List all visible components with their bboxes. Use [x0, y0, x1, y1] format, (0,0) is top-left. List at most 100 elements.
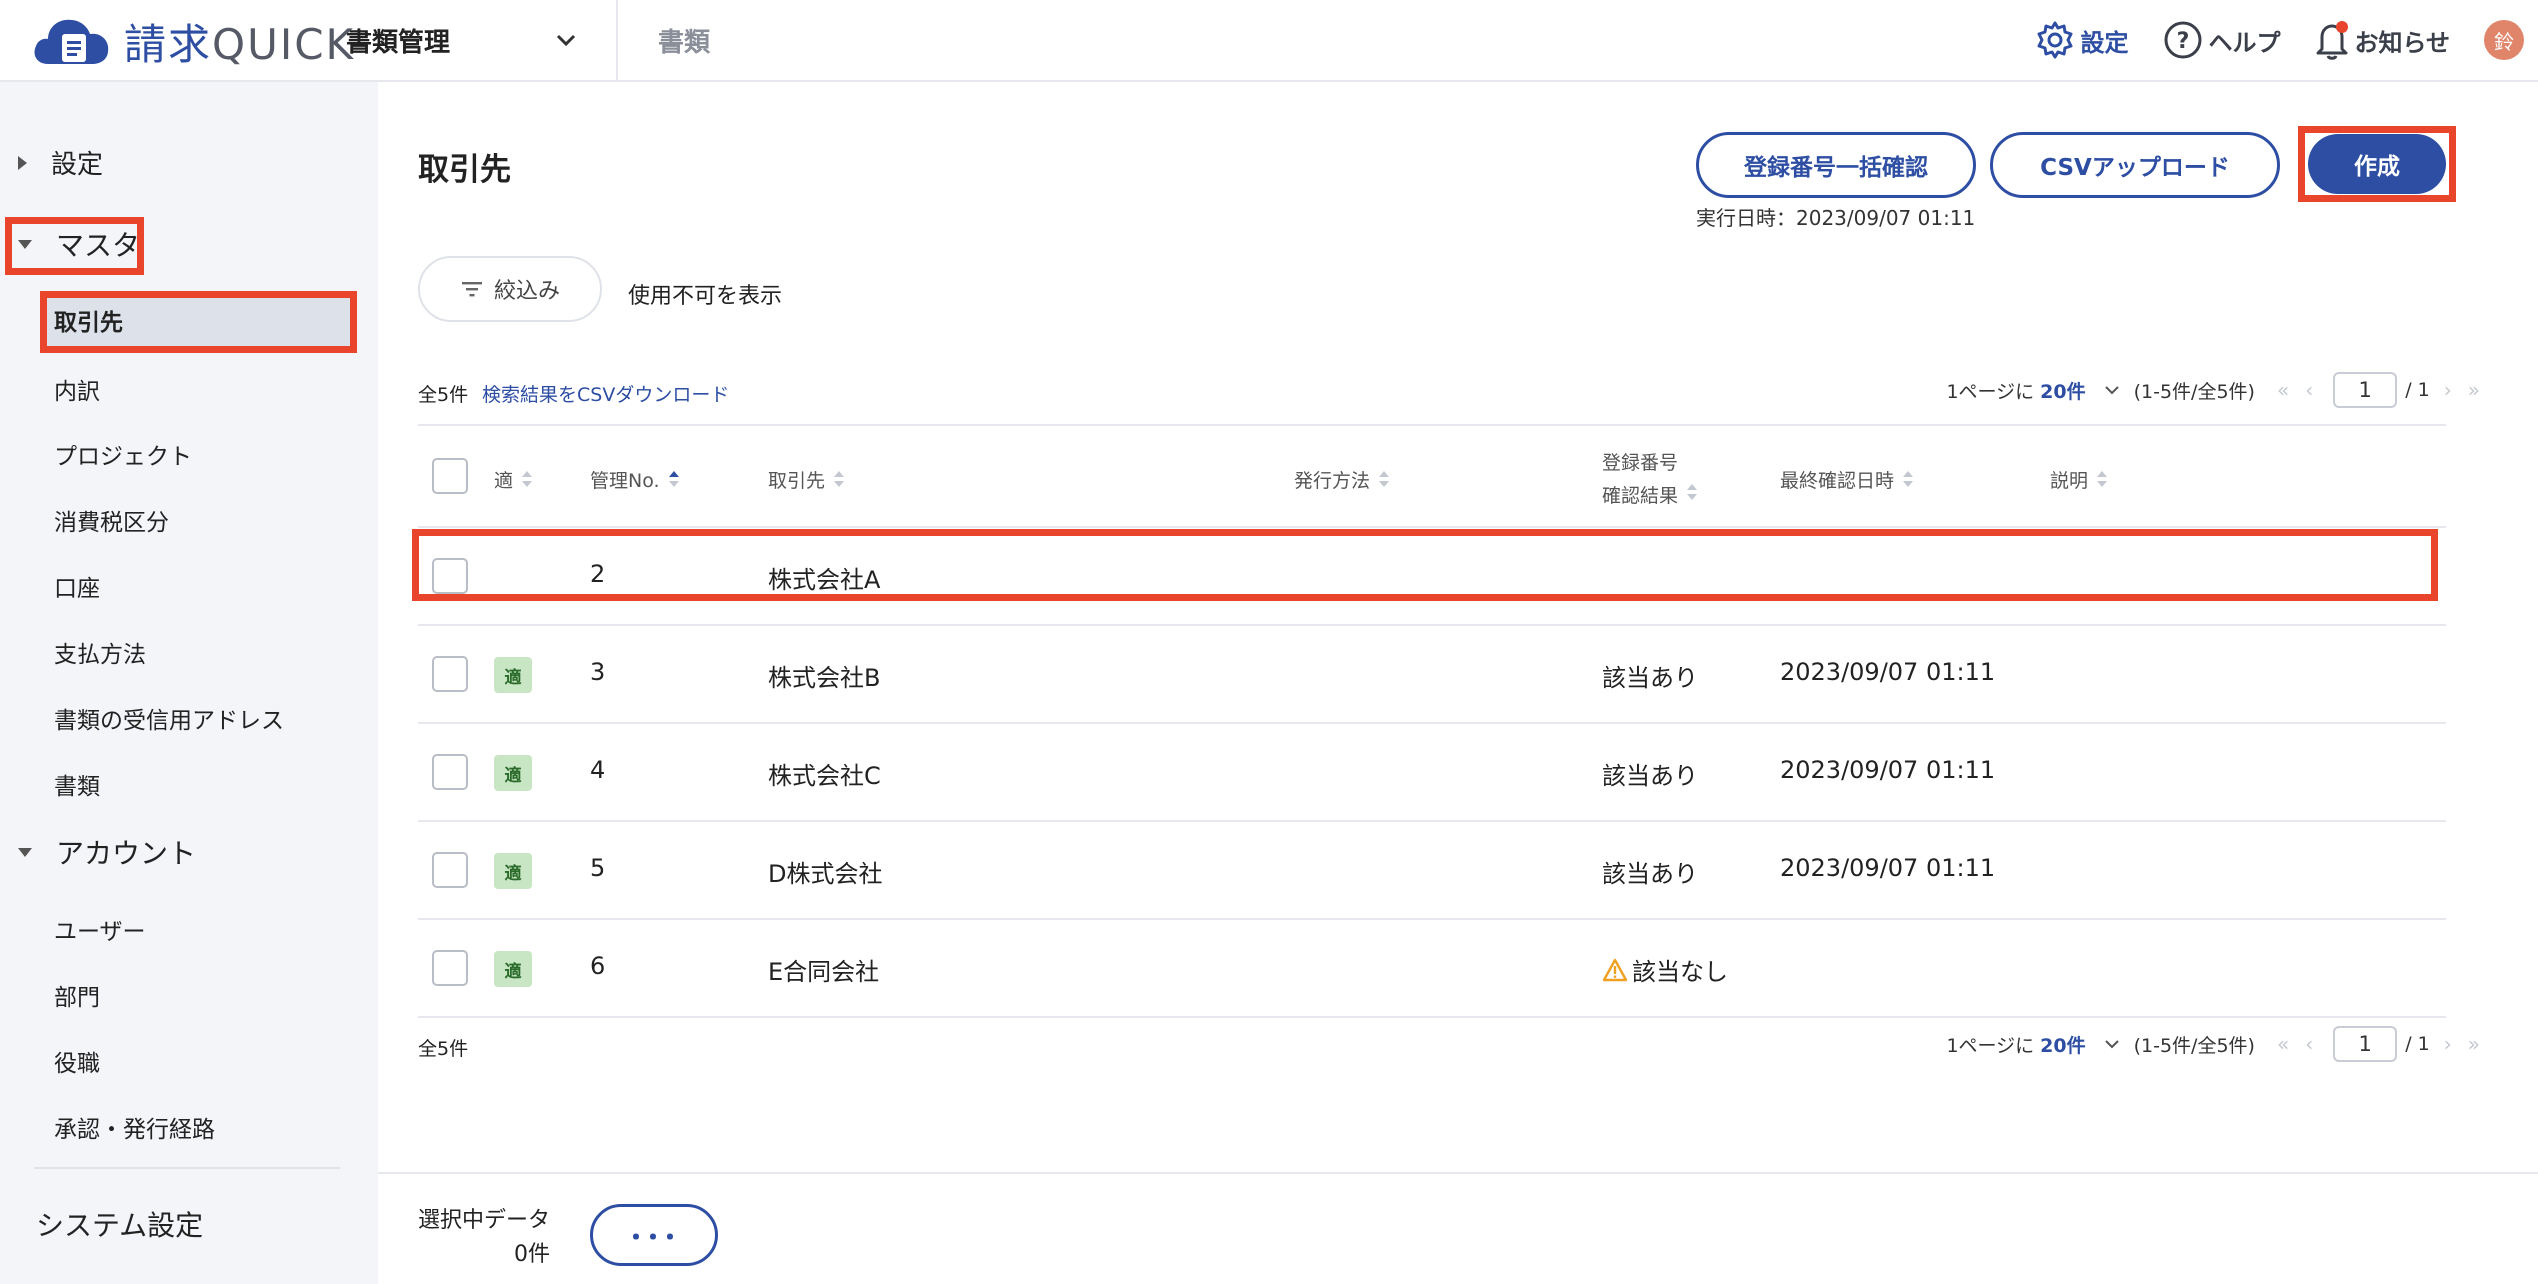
sidebar-item-payment-method[interactable]: 支払方法 — [54, 635, 146, 669]
col-last-checked[interactable]: 最終確認日時 — [1780, 466, 1914, 493]
prev-page-icon[interactable]: ‹ — [2305, 378, 2313, 402]
next-page-icon[interactable]: › — [2444, 378, 2452, 402]
cell-partner[interactable]: 株式会社A — [768, 560, 880, 595]
sort-icon — [2096, 470, 2108, 489]
sidebar-group-label: システム設定 — [36, 1209, 204, 1242]
cell-no: 2 — [590, 560, 606, 588]
sidebar-group-master[interactable]: マスタ — [0, 224, 140, 264]
show-disabled-toggle[interactable]: 使用不可を表示 — [628, 278, 782, 310]
page-title: 取引先 — [418, 152, 511, 188]
sidebar-item-tax-category[interactable]: 消費税区分 — [54, 503, 169, 537]
page-number-input[interactable]: 1 — [2333, 372, 2398, 408]
row-checkbox[interactable] — [432, 656, 468, 692]
breadcrumb[interactable]: 書類 — [658, 22, 710, 59]
notice-button[interactable]: お知らせ — [2314, 19, 2450, 61]
cell-partner[interactable]: E合同会社 — [768, 952, 879, 987]
chevron-down-icon[interactable] — [2102, 380, 2122, 400]
bulk-registration-check-button[interactable]: 登録番号一括確認 — [1696, 132, 1976, 198]
avatar[interactable]: 鈴 — [2484, 20, 2524, 60]
qualified-badge: 適 — [494, 657, 532, 693]
sidebar-item-approval-route[interactable]: 承認・発行経路 — [54, 1110, 215, 1144]
filter-button[interactable]: 絞込み — [418, 256, 602, 322]
filter-icon — [461, 282, 482, 297]
last-page-icon[interactable]: » — [2468, 1032, 2480, 1056]
sort-icon — [521, 470, 533, 489]
sort-asc-icon — [668, 470, 680, 489]
app-logo[interactable]: 請求QUICK — [30, 12, 355, 70]
table-row[interactable]: 2 株式会社A — [418, 528, 2446, 626]
sidebar-item-receive-address[interactable]: 書類の受信用アドレス — [54, 701, 284, 735]
cell-last-checked: 2023/09/07 01:11 — [1780, 658, 1996, 686]
col-description[interactable]: 説明 — [2050, 466, 2108, 493]
sidebar-divider — [34, 1167, 340, 1169]
page-range: (1-5件/全5件) — [2133, 1034, 2255, 1057]
csv-download-link[interactable]: 検索結果をCSVダウンロード — [482, 380, 729, 407]
cell-last-checked: 2023/09/07 01:11 — [1780, 854, 1996, 882]
sidebar-item-position[interactable]: 役職 — [54, 1044, 100, 1078]
more-actions-button[interactable]: ･･･ — [590, 1204, 718, 1266]
row-checkbox[interactable] — [432, 950, 468, 986]
warning-icon — [1602, 958, 1628, 981]
row-checkbox[interactable] — [432, 558, 468, 594]
table-row[interactable]: 適 5 D株式会社 該当あり 2023/09/07 01:11 — [418, 822, 2446, 920]
per-page-value[interactable]: 20件 — [2040, 377, 2085, 404]
main-content: 取引先 登録番号一括確認 CSVアップロード 作成 実行日時：2023/09/0… — [378, 82, 2538, 1172]
qualified-badge: 適 — [494, 853, 532, 889]
sidebar-item-breakdown[interactable]: 内訳 — [54, 372, 100, 406]
caret-down-icon — [18, 847, 32, 857]
create-button[interactable]: 作成 — [2308, 134, 2446, 194]
sidebar-group-label: アカウント — [56, 837, 197, 870]
first-page-icon[interactable]: « — [2277, 1032, 2289, 1056]
row-checkbox[interactable] — [432, 754, 468, 790]
sidebar-item-users[interactable]: ユーザー — [54, 912, 146, 946]
col-management-no[interactable]: 管理No. — [590, 466, 680, 493]
next-page-icon[interactable]: › — [2444, 1032, 2452, 1056]
page-range: (1-5件/全5件) — [2133, 380, 2255, 403]
help-label: ヘルプ — [2208, 28, 2281, 57]
execution-time: 実行日時：2023/09/07 01:11 — [1696, 206, 1976, 230]
cell-no: 5 — [590, 854, 606, 882]
select-all-checkbox[interactable] — [432, 458, 468, 494]
sidebar-item-partners[interactable]: 取引先 — [44, 294, 350, 346]
sort-icon — [833, 470, 845, 489]
cell-partner[interactable]: 株式会社C — [768, 756, 881, 791]
col-partner[interactable]: 取引先 — [768, 466, 845, 493]
sidebar-item-department[interactable]: 部門 — [54, 978, 100, 1012]
cell-no: 4 — [590, 756, 606, 784]
settings-button[interactable]: 設定 — [2034, 19, 2128, 61]
sidebar-item-project[interactable]: プロジェクト — [54, 437, 192, 471]
chevron-down-icon[interactable] — [2102, 1034, 2122, 1054]
col-qualified[interactable]: 適 — [494, 466, 533, 493]
app-select-dropdown[interactable]: 書類管理 — [346, 0, 618, 80]
per-page-value[interactable]: 20件 — [2040, 1031, 2085, 1058]
page-number-input[interactable]: 1 — [2333, 1026, 2398, 1062]
cell-registration-result: 該当あり — [1602, 860, 1698, 888]
cell-partner[interactable]: 株式会社B — [768, 658, 880, 693]
help-button[interactable]: ? ヘルプ — [2162, 19, 2280, 61]
sort-icon — [1686, 484, 1698, 502]
cell-partner[interactable]: D株式会社 — [768, 854, 882, 889]
sidebar-group-settings[interactable]: 設定 — [0, 144, 103, 181]
csv-upload-button[interactable]: CSVアップロード — [1990, 132, 2280, 198]
qualified-badge: 適 — [494, 755, 532, 791]
sidebar-item-system-settings[interactable]: システム設定 — [36, 1204, 203, 1244]
col-issue-method[interactable]: 発行方法 — [1294, 466, 1390, 493]
row-checkbox[interactable] — [432, 852, 468, 888]
cell-no: 6 — [590, 952, 606, 980]
svg-text:?: ? — [2177, 29, 2190, 54]
sidebar-item-documents[interactable]: 書類 — [54, 767, 100, 801]
table-row[interactable]: 適 4 株式会社C 該当あり 2023/09/07 01:11 — [418, 724, 2446, 822]
bell-icon — [2316, 21, 2349, 60]
last-page-icon[interactable]: » — [2468, 378, 2480, 402]
sidebar-group-account[interactable]: アカウント — [0, 832, 196, 872]
total-pages: / 1 — [2405, 379, 2430, 401]
table-row[interactable]: 適 3 株式会社B 該当あり 2023/09/07 01:11 — [418, 626, 2446, 724]
total-count-bottom: 全5件 — [418, 1038, 469, 1060]
sidebar-item-account[interactable]: 口座 — [54, 569, 100, 603]
first-page-icon[interactable]: « — [2277, 378, 2289, 402]
table-row[interactable]: 適 6 E合同会社 該当なし — [418, 920, 2446, 1018]
gear-icon — [2037, 21, 2073, 59]
col-registration-result[interactable]: 登録番号 確認結果 — [1602, 448, 1698, 508]
prev-page-icon[interactable]: ‹ — [2305, 1032, 2313, 1056]
app-select-label: 書類管理 — [346, 27, 451, 58]
